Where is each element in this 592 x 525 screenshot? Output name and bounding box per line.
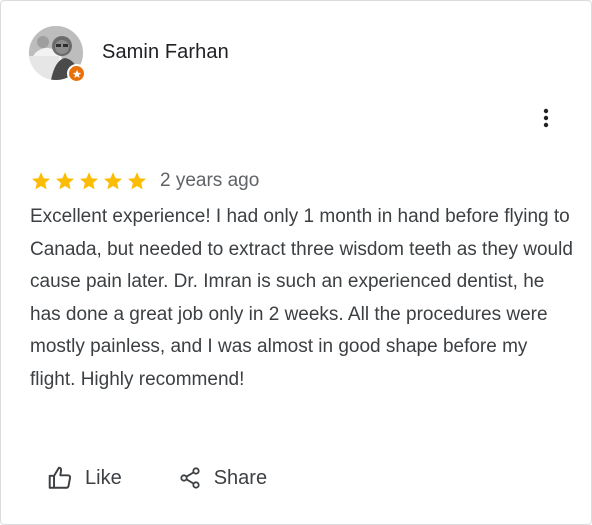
star-icon (104, 172, 122, 190)
local-guide-badge (67, 64, 86, 83)
reviewer-name[interactable]: Samin Farhan (102, 39, 229, 65)
review-actions: Like Share (47, 463, 267, 493)
star-rating (30, 170, 148, 192)
like-label: Like (85, 466, 122, 489)
share-label: Share (213, 466, 268, 489)
like-button[interactable]: Like (47, 463, 122, 493)
thumb-up-outline-icon (48, 466, 72, 489)
star-icon (128, 172, 146, 190)
reviewer-avatar[interactable] (29, 26, 86, 83)
share-button[interactable]: Share (178, 463, 267, 493)
review-card: Samin Farhan 2 years ago Excellent exper… (0, 0, 592, 525)
share-icon (180, 467, 200, 489)
local-guide-star-icon (72, 69, 81, 78)
more-vert-icon (543, 108, 549, 128)
more-options-button[interactable] (531, 103, 561, 133)
star-icon (32, 172, 50, 190)
star-icon (56, 172, 74, 190)
rating-row: 2 years ago (30, 169, 259, 193)
review-time: 2 years ago (160, 170, 260, 191)
review-text: Excellent experience! I had only 1 month… (30, 206, 573, 390)
star-icon (80, 172, 98, 190)
